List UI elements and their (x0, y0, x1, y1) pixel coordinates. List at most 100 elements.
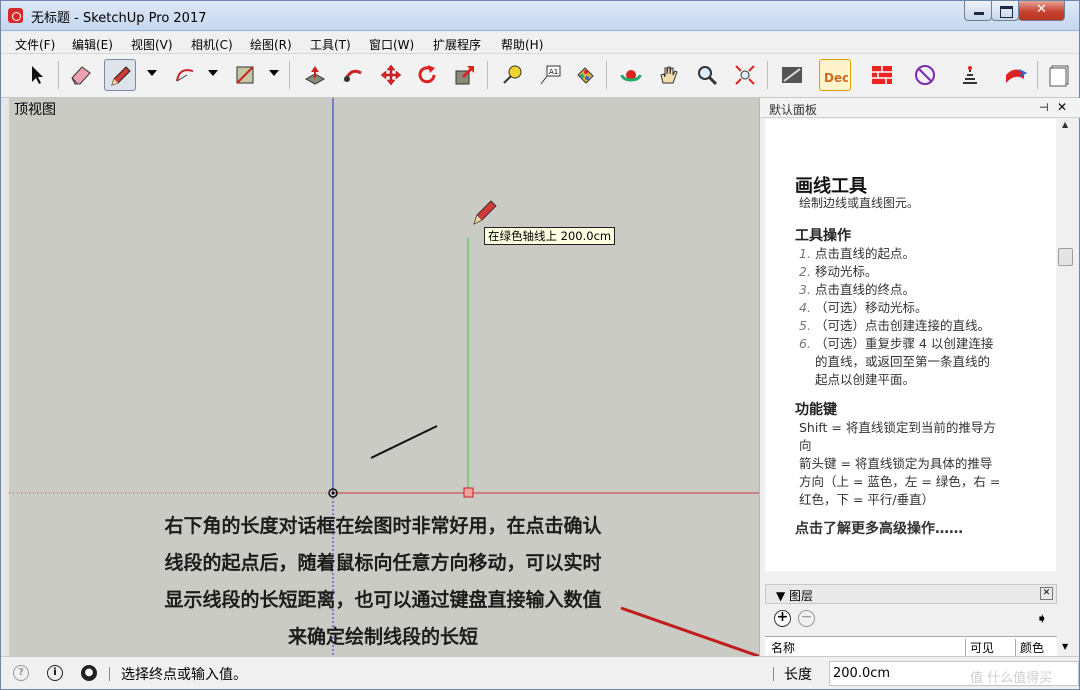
menu-tools[interactable]: 工具(T) (310, 36, 351, 53)
remove-layer-icon[interactable]: − (798, 610, 815, 627)
help-keys-title: 功能键 (795, 402, 837, 418)
annotation-text: 右下角的长度对话框在绘图时非常好用，在点击确认线段的起点后，随着鼠标向任意方向移… (164, 515, 602, 648)
push-pull-icon[interactable] (299, 59, 331, 91)
help-ops-title: 工具操作 (795, 228, 851, 244)
svg-text:A1: A1 (549, 68, 558, 76)
left-strip (1, 98, 9, 656)
endpoint-marker (463, 487, 474, 498)
layers-details-icon[interactable]: ➧ (1036, 611, 1048, 627)
sandbox-icon[interactable] (954, 59, 986, 91)
menu-extensions[interactable]: 扩展程序 (433, 36, 481, 53)
credits-icon[interactable]: i (47, 665, 63, 681)
window-title: 无标题 - SketchUp Pro 2017 (31, 11, 207, 26)
select-icon[interactable] (21, 59, 53, 91)
style-icon[interactable] (1043, 59, 1075, 91)
help-scrollbar[interactable] (1057, 130, 1074, 566)
orbit-icon[interactable] (615, 59, 647, 91)
drawn-edge (370, 425, 438, 459)
sketchup-logo-icon (8, 8, 23, 23)
dec-icon[interactable]: Dec (819, 59, 851, 91)
help-step: 6. （可选）重复步骤 4 以创建连接 (799, 336, 994, 351)
help-more-link[interactable]: 点击了解更多高级操作…… (795, 518, 963, 538)
pencil-dropdown-icon[interactable] (147, 70, 157, 76)
help-step: 2. 移动光标。 (799, 264, 878, 279)
pin-icon[interactable]: ⊣ (1039, 101, 1049, 114)
eraser-icon[interactable] (65, 59, 97, 91)
title-bar: 无标题 - SketchUp Pro 2017 ✕ (1, 1, 1079, 31)
layers-table-header: 名称 可见 颜色 (765, 636, 1057, 656)
export-icon[interactable] (999, 59, 1031, 91)
close-button[interactable]: ✕ (1018, 1, 1065, 21)
zoom-extents-icon[interactable] (729, 59, 761, 91)
move-icon[interactable] (375, 59, 407, 91)
layers-close-icon[interactable]: ✕ (1040, 587, 1053, 600)
scroll-thumb[interactable] (1058, 248, 1073, 266)
add-layer-icon[interactable]: + (774, 610, 791, 627)
status-message: 选择终点或输入值。 (121, 667, 247, 683)
geo-location-icon[interactable]: ? (13, 665, 29, 681)
arc-icon[interactable] (169, 59, 201, 91)
help-key-line: 红色，下 = 平行/垂直） (799, 492, 935, 507)
measurements-value: 200.0cm (833, 666, 891, 681)
menu-camera[interactable]: 相机(C) (191, 36, 233, 53)
layers-header[interactable]: ▼ 图层 ✕ (765, 584, 1057, 604)
help-step: 4. （可选）移动光标。 (799, 300, 928, 315)
help-key-line: Shift = 将直线锁定到当前的推导方 (799, 420, 996, 435)
paint-bucket-icon[interactable] (569, 59, 601, 91)
drawing-viewport[interactable]: 顶视图 在绿色轴线上 200.0cm 右下角的长度对话框在绘图时非常好用，在点击… (9, 98, 759, 656)
help-step: 3. 点击直线的终点。 (799, 282, 916, 297)
close-icon: ✕ (1036, 2, 1047, 17)
measurements-label: 长度 (784, 667, 812, 683)
rectangle-icon[interactable] (229, 59, 261, 91)
menu-draw[interactable]: 绘图(R) (250, 36, 292, 53)
tape-measure-icon[interactable] (496, 59, 528, 91)
help-key-line: 向 (799, 438, 812, 453)
tray-scroll-up-icon[interactable]: ▲ (1062, 120, 1068, 129)
menu-file[interactable]: 文件(F) (15, 36, 55, 53)
svg-text:Dec: Dec (824, 71, 848, 85)
arc-dropdown-icon[interactable] (208, 70, 218, 76)
menu-window[interactable]: 窗口(W) (369, 36, 414, 53)
help-step: 5. （可选）点击创建连接的直线。 (799, 318, 991, 333)
rotate-icon[interactable] (411, 59, 443, 91)
account-icon[interactable]: ● (81, 665, 97, 681)
sketchup-window: 无标题 - SketchUp Pro 2017 ✕ 文件(F) 编辑(E) 视图… (0, 0, 1080, 690)
instructor-panel: 画线工具 绘制边线或直线图元。 工具操作 1. 点击直线的起点。 2. 移动光标。 … (765, 119, 1056, 571)
follow-me-icon[interactable] (337, 59, 369, 91)
watermark: 值 什么值得买 (970, 671, 1053, 686)
layers-scroll-down-icon[interactable]: ▼ (1062, 642, 1068, 651)
layers-title: ▼ 图层 (776, 589, 814, 603)
help-step-cont: 的直线，或返回至第一条直线的 (815, 354, 991, 369)
col-color[interactable]: 颜色 (1015, 639, 1044, 656)
measurements-input[interactable]: 200.0cm 值 什么值得买 (829, 661, 1079, 686)
col-name[interactable]: 名称 (771, 639, 795, 656)
zoom-icon[interactable] (691, 59, 723, 91)
help-key-line: 方向（上 = 蓝色，左 = 绿色，右 = (799, 474, 1001, 489)
minimize-button[interactable] (964, 1, 992, 21)
inference-tooltip: 在绿色轴线上 200.0cm (484, 227, 616, 245)
layout-icon[interactable] (866, 59, 898, 91)
pencil-icon[interactable] (104, 59, 136, 91)
tray-close-icon[interactable]: ✕ (1057, 100, 1067, 114)
scale-icon[interactable] (449, 59, 481, 91)
menu-edit[interactable]: 编辑(E) (72, 36, 113, 53)
pencil-cursor-icon (473, 200, 497, 225)
default-tray: 默认面板 ⊣ ✕ ▲ 画线工具 绘制边线或直线图元。 工具操作 1. 点击直线的起… (759, 98, 1080, 656)
col-visible[interactable]: 可见 (965, 639, 994, 656)
view-name-label: 顶视图 (14, 102, 56, 118)
3d-warehouse-icon[interactable] (776, 59, 808, 91)
status-bar: ? i ● 选择终点或输入值。 长度 200.0cm 值 什么值得买 (1, 656, 1079, 689)
rectangle-dropdown-icon[interactable] (269, 70, 279, 76)
menu-help[interactable]: 帮助(H) (501, 36, 543, 53)
pan-icon[interactable] (653, 59, 685, 91)
help-subtitle: 绘制边线或直线图元。 (799, 196, 920, 210)
tray-title: 默认面板 (769, 103, 818, 117)
dynamic-components-icon[interactable] (909, 59, 941, 91)
menu-view[interactable]: 视图(V) (131, 36, 173, 53)
annotation-arrow-icon (620, 606, 759, 656)
help-key-line: 箭头键 = 将直线锁定为具体的推导 (799, 456, 993, 471)
text-icon[interactable]: A1 (534, 59, 566, 91)
main-toolbar: A1 Dec (1, 54, 1079, 98)
maximize-button[interactable] (991, 1, 1019, 21)
menu-bar: 文件(F) 编辑(E) 视图(V) 相机(C) 绘图(R) 工具(T) 窗口(W… (1, 32, 1079, 54)
